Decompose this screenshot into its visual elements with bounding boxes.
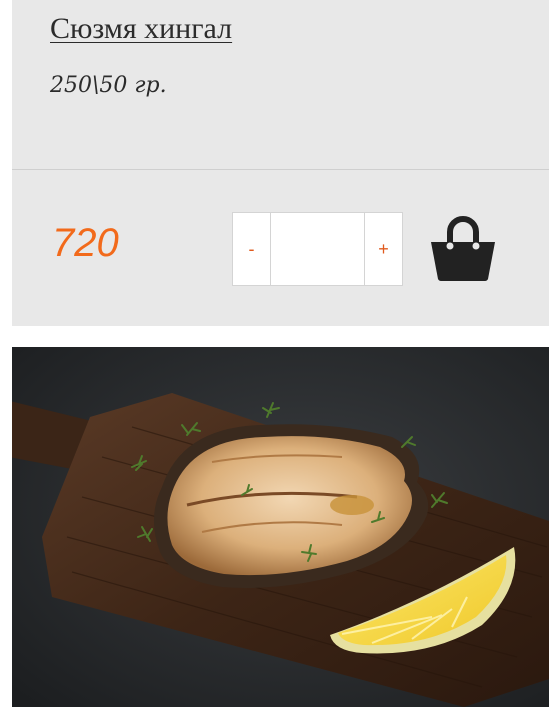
grilled-fish-steak-photo xyxy=(12,347,549,707)
purchase-row: 720 - + xyxy=(12,170,549,326)
product-weight: 250\50 гр. xyxy=(50,73,167,98)
product-image[interactable] xyxy=(12,347,549,707)
quantity-increase-button[interactable]: + xyxy=(365,213,402,285)
quantity-input[interactable] xyxy=(270,213,365,285)
shopping-bag-icon[interactable] xyxy=(430,210,496,282)
quantity-stepper: - + xyxy=(232,212,403,286)
product-price: 720 xyxy=(52,221,119,265)
product-title[interactable]: Сюзмя хингал xyxy=(50,12,232,45)
quantity-decrease-button[interactable]: - xyxy=(233,213,270,285)
product-card: Сюзмя хингал 250\50 гр. 720 - + xyxy=(12,0,549,326)
product-info: Сюзмя хингал 250\50 гр. xyxy=(12,0,549,170)
